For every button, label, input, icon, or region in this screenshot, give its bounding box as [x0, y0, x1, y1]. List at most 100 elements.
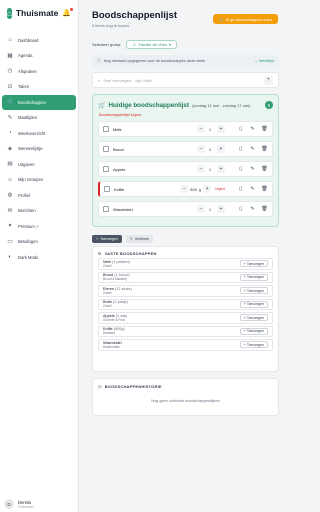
sidebar-item-boodschappen[interactable]: 🛒 Boodschappen — [2, 95, 76, 110]
bookmark-icon[interactable]: ▯ — [237, 206, 244, 212]
add-fixed-item-button[interactable]: + Toevoegen — [239, 287, 268, 295]
current-list-title: Huidige boodschappenlijst — [108, 101, 189, 109]
group-select[interactable]: ☺ Familie de Vries ▾ — [126, 40, 177, 49]
decrease-button[interactable]: − — [180, 185, 189, 193]
sidebar-item-taken[interactable]: ☑ Taken — [2, 80, 76, 95]
sidebar-item-label: Afspraken — [18, 68, 37, 74]
tab-add[interactable]: + Toevoegen — [92, 235, 122, 243]
add-fixed-item-button[interactable]: + Toevoegen — [239, 341, 268, 349]
add-fixed-item-button[interactable]: + Toevoegen — [239, 273, 268, 281]
weeklist-link[interactable]: → Weeklijst — [254, 59, 274, 63]
bookmark-icon[interactable]: ▯ — [237, 146, 244, 152]
urgent-tag: Urgent — [215, 187, 225, 191]
item-checkbox[interactable] — [103, 166, 109, 172]
increase-button[interactable]: + — [217, 205, 225, 213]
checklist-icon: ☑ — [7, 83, 13, 90]
user-profile[interactable]: D Dennis Gebruiker — [4, 499, 34, 509]
sidebar-item-dashboard[interactable]: ⌂ Dashboard — [2, 33, 76, 48]
bookmark-icon[interactable]: ▯ — [237, 126, 244, 132]
edit-icon[interactable]: ✎ — [249, 166, 256, 172]
trash-icon[interactable]: 🗑 — [261, 166, 268, 172]
cart-icon: 🛒 — [98, 102, 106, 109]
trash-icon[interactable]: 🗑 — [261, 146, 268, 152]
history-title-text: BOODSCHAPPENHISTORIE — [104, 384, 162, 389]
tab-manage[interactable]: ✎ Verberen — [125, 235, 154, 243]
sidebar-item-label: Berichten — [18, 208, 36, 214]
bell-icon[interactable]: 🔔 — [62, 8, 74, 17]
sidebar-item-maaltijden[interactable]: ✎ Maaltijden — [2, 111, 76, 126]
add-fixed-item-button[interactable]: + Toevoegen — [239, 314, 268, 322]
item-actions: ▯ ✎ 🗑 — [237, 206, 268, 212]
edit-icon[interactable]: ✎ — [249, 126, 256, 132]
fixed-item-info: Boter (1 pakje) Zuivel — [103, 300, 128, 308]
increase-button[interactable]: + — [217, 165, 225, 173]
quantity-stepper: −1 + — [197, 205, 225, 213]
add-fixed-item-button[interactable]: + Toevoegen — [239, 300, 268, 308]
add-label: Toevoegen — [246, 288, 264, 293]
quick-add-input[interactable]: Snel toevoegen... bijv. Melk — [103, 78, 152, 83]
decrease-button[interactable]: − — [197, 165, 205, 173]
item-checkbox[interactable] — [103, 126, 109, 132]
sidebar-item-label: Profiel — [18, 192, 30, 198]
quantity-value: 1 — [208, 126, 212, 132]
sidebar-item-uitgaven[interactable]: ▤ Uitgaven — [2, 157, 76, 172]
quantity-stepper: −500 g + Urgent — [180, 185, 225, 193]
fixed-item-category: Zuivel — [103, 263, 112, 268]
sidebar-item-weekoverzicht[interactable]: ◔ Weekoverzicht — [2, 126, 76, 141]
history-title: ◷ BOODSCHAPPENHISTORIE — [98, 384, 273, 389]
sidebar-item-afspraken[interactable]: ◷ Afspraken — [2, 64, 76, 79]
increase-button[interactable]: + — [203, 185, 212, 193]
item-name: Melk — [113, 126, 122, 132]
sidebar-item-premium[interactable]: ✦ Premium ✓ — [2, 219, 76, 234]
fixed-groceries-list: Melk (1 pakken) Zuivel + Toevoegen Brood (1… — [98, 258, 273, 351]
fixed-item-name: Appels — [103, 313, 115, 318]
increase-button[interactable]: + — [217, 125, 225, 133]
decrease-button[interactable]: − — [197, 145, 205, 153]
current-list-items: Melk −1 + ▯ ✎ 🗑 Brood −1 + ▯ ✎ 🗑 Appels −1 + ▯ ✎ 🗑 Koffie −… — [98, 121, 273, 217]
add-label: Toevoegen — [246, 342, 264, 347]
tab-add-label: Toevoegen — [100, 237, 118, 241]
trash-icon[interactable]: 🗑 — [261, 206, 268, 212]
decrease-button[interactable]: − — [197, 205, 205, 213]
bookmark-icon[interactable]: ▯ — [237, 166, 244, 172]
item-checkbox[interactable] — [103, 146, 109, 152]
sidebar-item-profiel[interactable]: ◍ Profiel — [2, 188, 76, 203]
brand: ⌂ Thuismate 🔔 — [0, 0, 78, 26]
current-list-dates: (zondag 11 mei - zondag 17 mei) — [191, 102, 251, 108]
main-content: Boodschappenlijst 5 items nog te kopen 🛒… — [79, 0, 288, 512]
fixed-title-text: VASTE BOODSCHAPPEN — [104, 251, 157, 256]
add-label: Toevoegen — [246, 329, 264, 334]
add-label: Toevoegen — [246, 275, 264, 280]
add-fixed-item-button[interactable]: + Toevoegen — [239, 327, 268, 335]
current-list-header: 🛒 Huidige boodschappenlijst (zondag 11 m… — [98, 101, 273, 109]
sidebar-item-berichten[interactable]: ✉ Berichten — [2, 204, 76, 219]
edit-icon[interactable]: ✎ — [249, 146, 256, 152]
start-shopping-button[interactable]: 🛒 Ik ga boodschappen doen — [212, 14, 278, 24]
trash-icon[interactable]: 🗑 — [261, 126, 268, 132]
add-label: Toevoegen — [246, 315, 264, 320]
add-button[interactable]: + — [264, 75, 273, 85]
sidebar-item-wensenlijstje[interactable]: ◈ Wensenlijstje — [2, 142, 76, 157]
decrease-button[interactable]: − — [197, 125, 205, 133]
fixed-groceries-card: ↻ VASTE BOODSCHAPPEN Melk (1 pakken) Zuiv… — [92, 246, 279, 372]
increase-button[interactable]: + — [217, 145, 225, 153]
sidebar-item-label: Maaltijden — [18, 115, 38, 121]
fixed-item-qty: (1 pakken) — [112, 259, 131, 264]
item-checkbox[interactable] — [103, 206, 109, 212]
sidebar-item-betalingen[interactable]: ▭ Betalingen — [2, 235, 76, 250]
sidebar-item-dark-mode[interactable]: ◐ Dark Mode — [2, 250, 76, 265]
quick-add-bar: ⌕ Snel toevoegen... bijv. Melk + — [92, 72, 279, 88]
buy-list-link[interactable]: Boodschappenlijst kopen — [99, 113, 273, 117]
fixed-item-category: Zuivel — [103, 290, 112, 295]
trash-icon[interactable]: 🗑 — [261, 186, 268, 192]
bookmark-icon[interactable]: ▯ — [237, 186, 244, 192]
group-selected: Familie de Vries — [138, 42, 167, 47]
logo-icon: ⌂ — [7, 7, 12, 19]
edit-icon[interactable]: ✎ — [249, 186, 256, 192]
item-checkbox[interactable] — [104, 186, 110, 192]
edit-icon[interactable]: ✎ — [249, 206, 256, 212]
sidebar-item-mijn-groepen[interactable]: ☺ Mijn Groepen — [2, 173, 76, 188]
add-fixed-item-button[interactable]: + Toevoegen — [239, 260, 268, 268]
meal-icon: ✎ — [7, 114, 13, 121]
sidebar-item-agenda[interactable]: ▦ Agenda — [2, 49, 76, 64]
